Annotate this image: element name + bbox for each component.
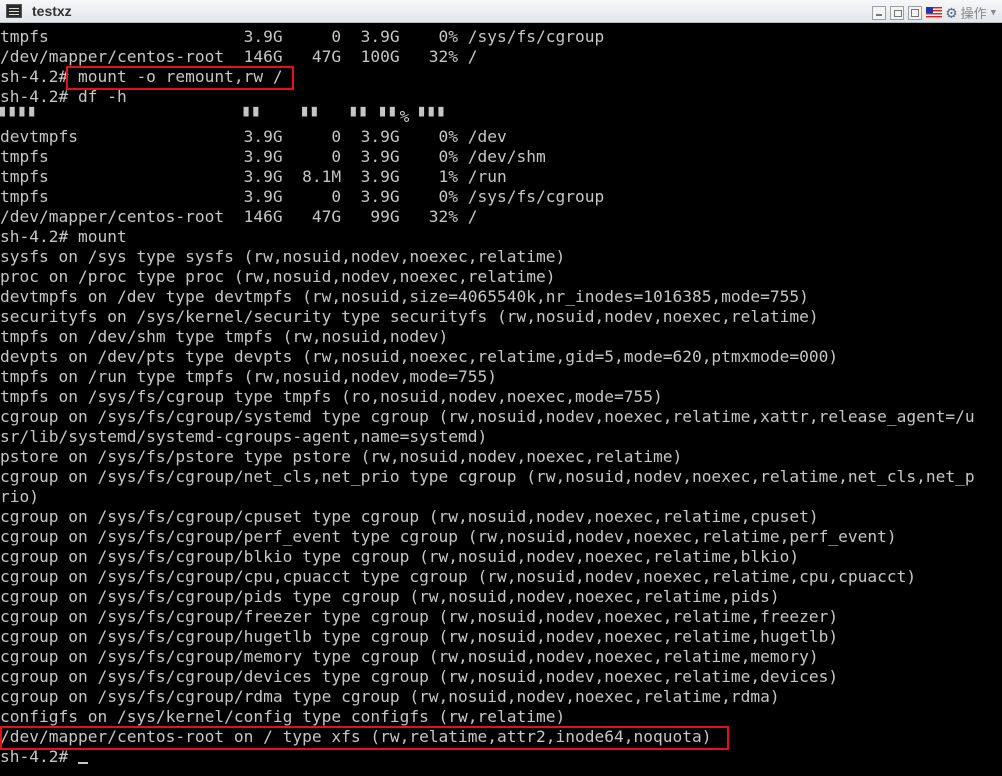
terminal-line: tmpfs 3.9G 0 3.9G 0% /sys/fs/cgroup: [0, 27, 605, 46]
terminal-line: cgroup on /sys/fs/cgroup/blkio type cgro…: [0, 547, 800, 566]
terminal-line: cgroup on /sys/fs/cgroup/pids type cgrou…: [0, 587, 780, 606]
terminal-line: cgroup on /sys/fs/cgroup/systemd type cg…: [0, 407, 975, 426]
terminal-line: rio): [0, 487, 39, 506]
maximize-icon[interactable]: [908, 5, 923, 20]
terminal-line: cgroup on /sys/fs/cgroup/perf_event type…: [0, 527, 897, 546]
terminal-line: sr/lib/systemd/systemd-cgroups-agent,nam…: [0, 427, 488, 446]
console-window: testxz ⚙ 操作 ▼ tmpfs 3.9G 0 3.9G 0% /sys/…: [0, 0, 1002, 776]
window-controls: ⚙ 操作 ▼: [872, 3, 996, 22]
terminal-line: cgroup on /sys/fs/cgroup/rdma type cgrou…: [0, 687, 780, 706]
ops-menu-label[interactable]: 操作: [961, 3, 987, 22]
terminal-line: pstore on /sys/fs/pstore type pstore (rw…: [0, 447, 683, 466]
terminal-line: tmpfs on /dev/shm type tmpfs (rw,nosuid,…: [0, 327, 449, 346]
terminal-line: devtmpfs 3.9G 0 3.9G 0% /dev: [0, 127, 507, 146]
terminal-line: configfs on /sys/kernel/config type conf…: [0, 707, 566, 726]
terminal-line: tmpfs 3.9G 8.1M 3.9G 1% /run: [0, 167, 507, 186]
terminal-line: tmpfs 3.9G 0 3.9G 0% /dev/shm: [0, 147, 546, 166]
terminal-line: devpts on /dev/pts type devpts (rw,nosui…: [0, 347, 839, 366]
terminal-line: sh-4.2# df -h: [0, 87, 127, 106]
terminal-cursor: [77, 762, 88, 764]
terminal-output[interactable]: tmpfs 3.9G 0 3.9G 0% /sys/fs/cgroup /dev…: [0, 27, 1002, 776]
terminal-line: ▘▘▘▘ ▘▘ ▘▘ ▘▘ ▘▘% ▘▘▘: [0, 107, 449, 126]
minimize-icon[interactable]: [872, 5, 887, 20]
terminal-line: /dev/mapper/centos-root 146G 47G 99G 32%…: [0, 207, 478, 226]
terminal-line: tmpfs 3.9G 0 3.9G 0% /sys/fs/cgroup: [0, 187, 605, 206]
terminal-line: securityfs on /sys/kernel/security type …: [0, 307, 819, 326]
window-title: testxz: [32, 3, 72, 19]
terminal-line: cgroup on /sys/fs/cgroup/freezer type cg…: [0, 607, 839, 626]
chevron-down-icon[interactable]: ▼: [991, 8, 996, 18]
terminal-line: cgroup on /sys/fs/cgroup/hugetlb type cg…: [0, 627, 839, 646]
terminal-line: tmpfs on /run type tmpfs (rw,nosuid,node…: [0, 367, 498, 386]
terminal-line: tmpfs on /sys/fs/cgroup type tmpfs (ro,n…: [0, 387, 663, 406]
terminal-line: proc on /proc type proc (rw,nosuid,nodev…: [0, 267, 556, 286]
highlight-box-root-mount-line: [0, 726, 729, 750]
terminal-line: /dev/mapper/centos-root 146G 47G 100G 32…: [0, 47, 478, 66]
terminal-line: sh-4.2# mount: [0, 227, 127, 246]
highlight-box-remount-command: [66, 66, 294, 90]
terminal-line: cgroup on /sys/fs/cgroup/cpuset type cgr…: [0, 507, 819, 526]
terminal-line: cgroup on /sys/fs/cgroup/net_cls,net_pri…: [0, 467, 975, 486]
title-bar: testxz ⚙ 操作 ▼: [0, 0, 1002, 23]
terminal-line: cgroup on /sys/fs/cgroup/memory type cgr…: [0, 647, 819, 666]
terminal-line: devtmpfs on /dev type devtmpfs (rw,nosui…: [0, 287, 809, 306]
gear-icon[interactable]: ⚙: [946, 4, 956, 21]
terminal-icon: [6, 4, 22, 18]
terminal-line: cgroup on /sys/fs/cgroup/devices type cg…: [0, 667, 839, 686]
terminal-line: sysfs on /sys type sysfs (rw,nosuid,node…: [0, 247, 566, 266]
terminal-line: cgroup on /sys/fs/cgroup/cpu,cpuacct typ…: [0, 567, 917, 586]
keyboard-layout-flag-icon[interactable]: [926, 7, 943, 18]
terminal-prompt-line[interactable]: sh-4.2#: [0, 747, 88, 767]
restore-icon[interactable]: [890, 5, 905, 20]
